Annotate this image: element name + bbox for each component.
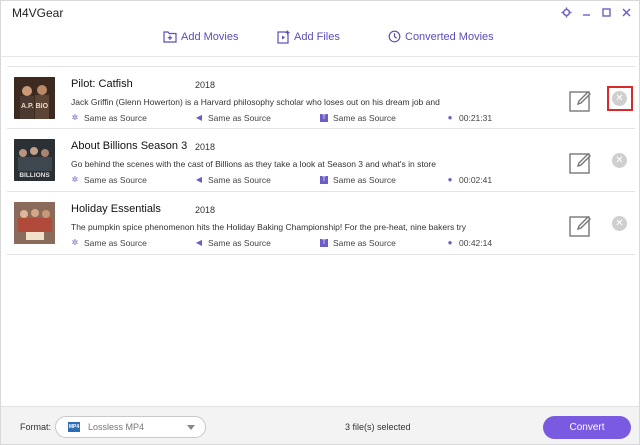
subtitle-setting[interactable]: T Same as Source bbox=[320, 175, 396, 185]
subtitle-setting[interactable]: T Same as Source bbox=[320, 113, 396, 123]
selection-status: 3 file(s) selected bbox=[345, 422, 411, 432]
mp4-format-icon: MP4 bbox=[68, 422, 80, 432]
app-window: M4VGear Add Movies Add Files Converted M… bbox=[0, 0, 640, 445]
audio-icon: ◀ bbox=[195, 175, 203, 184]
duration: ● 00:21:31 bbox=[447, 113, 493, 123]
svg-text:A.P. BIO: A.P. BIO bbox=[21, 103, 49, 110]
clock-icon: ● bbox=[447, 175, 453, 184]
clock-icon: ● bbox=[447, 238, 453, 247]
list-item: Holiday Essentials 2018 The pumpkin spic… bbox=[7, 192, 635, 255]
remove-icon: ✕ bbox=[615, 154, 624, 166]
format-value: Lossless MP4 bbox=[88, 422, 145, 432]
converted-movies-button[interactable]: Converted Movies bbox=[388, 30, 494, 43]
audio-icon: ◀ bbox=[195, 238, 203, 247]
movie-title: Pilot: Catfish bbox=[71, 78, 133, 90]
remove-button[interactable]: ✕ bbox=[612, 91, 627, 106]
edit-icon bbox=[569, 216, 591, 237]
minimize-icon[interactable] bbox=[579, 5, 593, 19]
svg-text:BILLIONS: BILLIONS bbox=[19, 172, 50, 179]
remove-icon: ✕ bbox=[615, 92, 624, 104]
movie-year: 2018 bbox=[195, 80, 216, 90]
add-movies-icon bbox=[163, 31, 177, 43]
clock-history-icon bbox=[388, 30, 401, 43]
movie-list: A.P. BIO Pilot: Catfish 2018 Jack Griffi… bbox=[7, 66, 635, 255]
audio-icon: ◀ bbox=[195, 113, 203, 122]
window-controls bbox=[559, 5, 633, 19]
audio-setting[interactable]: ◀ Same as Source bbox=[195, 238, 271, 248]
audio-setting[interactable]: ◀ Same as Source bbox=[195, 175, 271, 185]
movie-description: The pumpkin spice phenomenon hits the Ho… bbox=[71, 222, 466, 232]
add-files-label: Add Files bbox=[294, 31, 340, 43]
remove-icon: ✕ bbox=[615, 217, 624, 229]
format-dropdown[interactable]: MP4 Lossless MP4 bbox=[55, 416, 206, 438]
video-icon: ✲ bbox=[71, 175, 79, 184]
edit-icon bbox=[569, 153, 591, 174]
converted-movies-label: Converted Movies bbox=[405, 30, 494, 43]
audio-setting[interactable]: ◀ Same as Source bbox=[195, 113, 271, 123]
movie-year: 2018 bbox=[195, 142, 216, 152]
convert-button[interactable]: Convert bbox=[543, 416, 631, 439]
clock-icon: ● bbox=[447, 113, 453, 122]
subtitle-icon: T bbox=[320, 114, 328, 122]
edit-button[interactable] bbox=[569, 151, 593, 175]
subtitle-icon: T bbox=[320, 176, 328, 184]
add-files-button[interactable]: Add Files bbox=[277, 30, 340, 44]
movie-title: Holiday Essentials bbox=[71, 203, 161, 215]
movie-description: Go behind the scenes with the cast of Bi… bbox=[71, 159, 436, 169]
format-label: Format: bbox=[20, 422, 52, 432]
movie-thumbnail bbox=[14, 202, 55, 244]
list-item: BILLIONS About Billions Season 3 2018 Go… bbox=[7, 129, 635, 192]
remove-button[interactable]: ✕ bbox=[612, 153, 627, 168]
video-icon: ✲ bbox=[71, 238, 79, 247]
video-icon: ✲ bbox=[71, 113, 79, 122]
movie-description: Jack Griffin (Glenn Howerton) is a Harva… bbox=[71, 97, 440, 107]
app-title: M4VGear bbox=[12, 6, 64, 20]
movie-thumbnail: A.P. BIO bbox=[14, 77, 55, 119]
settings-gear-icon[interactable] bbox=[559, 5, 573, 19]
title-bar: M4VGear bbox=[1, 1, 639, 25]
movie-thumbnail: BILLIONS bbox=[14, 139, 55, 181]
edit-icon bbox=[569, 91, 591, 112]
list-item: A.P. BIO Pilot: Catfish 2018 Jack Griffi… bbox=[7, 66, 635, 129]
video-setting[interactable]: ✲ Same as Source bbox=[71, 175, 147, 185]
movie-year: 2018 bbox=[195, 205, 216, 215]
add-files-icon bbox=[277, 30, 290, 44]
video-setting[interactable]: ✲ Same as Source bbox=[71, 238, 147, 248]
maximize-icon[interactable] bbox=[599, 5, 613, 19]
subtitle-setting[interactable]: T Same as Source bbox=[320, 238, 396, 248]
footer-bar: Format: MP4 Lossless MP4 3 file(s) selec… bbox=[1, 406, 639, 444]
remove-button[interactable]: ✕ bbox=[612, 216, 627, 231]
edit-button[interactable] bbox=[569, 214, 593, 238]
movie-title: About Billions Season 3 bbox=[71, 140, 188, 152]
close-icon[interactable] bbox=[619, 5, 633, 19]
add-movies-label: Add Movies bbox=[181, 30, 239, 43]
duration: ● 00:42:14 bbox=[447, 238, 493, 248]
toolbar: Add Movies Add Files Converted Movies bbox=[1, 25, 639, 57]
duration: ● 00:02:41 bbox=[447, 175, 493, 185]
edit-button[interactable] bbox=[569, 89, 593, 113]
subtitle-icon: T bbox=[320, 239, 328, 247]
add-movies-button[interactable]: Add Movies bbox=[163, 30, 238, 43]
chevron-down-icon bbox=[187, 425, 195, 430]
video-setting[interactable]: ✲ Same as Source bbox=[71, 113, 147, 123]
